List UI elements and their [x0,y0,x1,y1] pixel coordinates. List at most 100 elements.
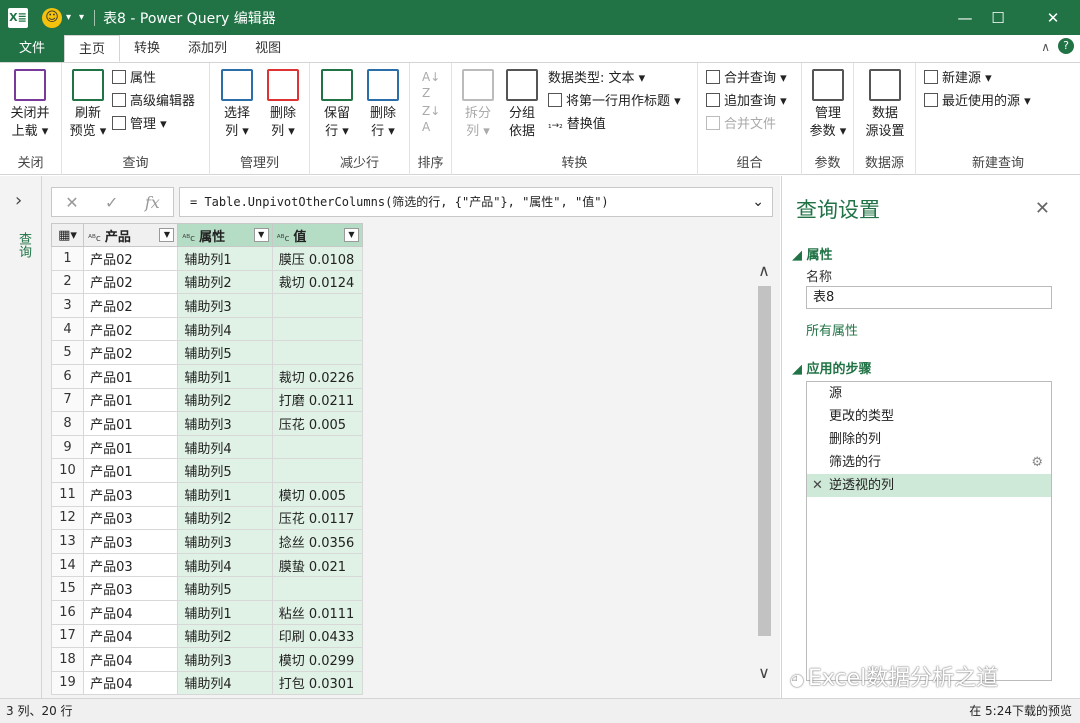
tab-file[interactable]: 文件 [0,35,65,62]
row-number[interactable]: 7 [50,387,85,413]
close-settings-icon[interactable]: ✕ [1035,198,1050,219]
query-name-input[interactable]: 表8 [806,286,1052,309]
cell-product[interactable]: 产品03 [83,481,179,507]
row-number[interactable]: 11 [50,481,85,507]
cell-value[interactable]: 压花 0.0117 [271,505,364,531]
scrollbar-thumb[interactable] [758,286,771,636]
cell-product[interactable]: 产品03 [83,505,179,531]
quick-access-dropdown-icon[interactable]: ▾ [66,12,71,23]
table-row[interactable]: 13 产品03 辅助列3 捻丝 0.0356 [50,529,364,554]
row-number[interactable]: 9 [50,434,85,460]
cell-attribute[interactable]: 辅助列5 [177,340,273,365]
cell-value[interactable] [271,316,364,342]
table-row[interactable]: 10 产品01 辅助列5 [50,458,364,483]
expand-formula-icon[interactable]: ⌄ [752,188,764,216]
cell-product[interactable]: 产品01 [83,387,179,413]
cell-attribute[interactable]: 辅助列3 [177,411,273,436]
row-number[interactable]: 13 [50,529,85,554]
cell-attribute[interactable]: 辅助列4 [177,670,273,696]
sort-descending-icon[interactable]: Z↓ A [422,103,440,135]
cell-product[interactable]: 产品02 [83,340,179,365]
row-number[interactable]: 10 [50,458,85,483]
row-number[interactable]: 1 [50,246,85,271]
row-number[interactable]: 14 [50,552,85,578]
cell-product[interactable]: 产品01 [83,411,179,436]
cell-product[interactable]: 产品01 [83,363,179,389]
cell-product[interactable]: 产品01 [83,458,179,483]
fx-icon[interactable]: fx [145,193,160,212]
cell-attribute[interactable]: 辅助列1 [177,363,273,389]
cell-value[interactable]: 膜压 0.0108 [271,246,364,271]
cell-product[interactable]: 产品02 [83,293,179,318]
data-source-settings-button[interactable]: 数据 源设置 [858,69,912,141]
delete-step-icon[interactable]: ✕ [812,474,823,497]
row-number[interactable]: 17 [50,623,85,649]
cell-value[interactable]: 压花 0.005 [271,411,364,436]
manage-parameters-button[interactable]: 管理 参数 ▾ [806,69,850,141]
cancel-formula-icon[interactable]: ✕ [65,193,78,212]
cell-product[interactable]: 产品01 [83,434,179,460]
cell-value[interactable]: 裁切 0.0124 [271,269,364,295]
cell-product[interactable]: 产品03 [83,529,179,554]
cell-value[interactable]: 打包 0.0301 [271,670,364,696]
keep-rows-button[interactable]: 保留 行 ▾ [316,69,358,141]
cell-value[interactable]: 捻丝 0.0356 [271,529,364,554]
cell-product[interactable]: 产品04 [83,599,179,625]
step-source[interactable]: 源 [807,382,1051,405]
table-row[interactable]: 18 产品04 辅助列3 模切 0.0299 [50,647,364,672]
step-unpivoted-columns[interactable]: ✕ 逆透视的列 [807,474,1051,497]
properties-section-header[interactable]: ◢ 属性 [792,244,833,263]
scroll-down-icon[interactable]: ∨ [755,663,773,682]
table-row[interactable]: 11 产品03 辅助列1 模切 0.005 [50,481,364,507]
step-removed-columns[interactable]: 删除的列 [807,428,1051,451]
cell-attribute[interactable]: 辅助列3 [177,293,273,318]
queries-pane-label[interactable]: 查询 [14,232,33,258]
row-number[interactable]: 3 [50,293,85,318]
split-column-button[interactable]: 拆分 列 ▾ [458,69,498,141]
properties-button[interactable]: 属性 [112,69,156,89]
close-load-button[interactable]: 关闭并 上载 ▾ [6,69,54,141]
all-properties-link[interactable]: 所有属性 [806,320,858,339]
replace-values-button[interactable]: ₁→₂ 替换值 [548,115,606,136]
row-number[interactable]: 6 [50,363,85,389]
filter-dropdown-icon[interactable]: ▼ [159,228,175,242]
cell-value[interactable]: 模切 0.0299 [271,647,364,672]
cell-attribute[interactable]: 辅助列3 [177,529,273,554]
filter-dropdown-icon[interactable]: ▼ [253,228,269,242]
maximize-button[interactable]: ☐ [975,0,1021,35]
cell-product[interactable]: 产品03 [83,576,179,601]
smiley-icon[interactable]: ☺ [42,7,62,28]
table-row[interactable]: 7 产品01 辅助列2 打磨 0.0211 [50,387,364,413]
new-source-button[interactable]: 新建源 ▾ [924,69,992,89]
cell-attribute[interactable]: 辅助列1 [177,481,273,507]
cell-product[interactable]: 产品03 [83,552,179,578]
table-row[interactable]: 6 产品01 辅助列1 裁切 0.0226 [50,363,364,389]
row-number[interactable]: 19 [50,670,85,696]
table-row[interactable]: 12 产品03 辅助列2 压花 0.0117 [50,505,364,531]
text-type-icon[interactable]: ᴬᴮc [88,234,101,244]
formula-bar[interactable]: = Table.UnpivotOtherColumns(筛选的行, {"产品"}… [179,187,773,217]
column-header-value[interactable]: ᴬᴮc 值 ▼ [271,223,364,247]
cell-product[interactable]: 产品02 [83,246,179,271]
tab-add-column[interactable]: 添加列 [174,35,241,62]
table-row[interactable]: 17 产品04 辅助列2 印刷 0.0433 [50,623,364,649]
cell-attribute[interactable]: 辅助列2 [177,269,273,295]
use-first-row-button[interactable]: 将第一行用作标题 ▾ [548,92,681,112]
cell-value[interactable] [271,340,364,365]
manage-button[interactable]: 管理 ▾ [112,115,167,135]
customize-toolbar-icon[interactable]: ▾ [79,12,84,23]
cell-value[interactable]: 模切 0.005 [271,481,364,507]
help-icon[interactable]: ? [1058,38,1074,54]
row-number[interactable]: 4 [50,316,85,342]
cell-attribute[interactable]: 辅助列4 [177,552,273,578]
table-row[interactable]: 5 产品02 辅助列5 [50,340,364,365]
text-type-icon[interactable]: ᴬᴮc [277,234,290,244]
cell-value[interactable]: 打磨 0.0211 [271,387,364,413]
cell-value[interactable]: 印刷 0.0433 [271,623,364,649]
data-type-dropdown[interactable]: 数据类型: 文本 ▾ [548,69,645,89]
cell-value[interactable]: 裁切 0.0226 [271,363,364,389]
append-queries-button[interactable]: 追加查询 ▾ [706,92,787,112]
table-row[interactable]: 4 产品02 辅助列4 [50,316,364,342]
row-number[interactable]: 18 [50,647,85,672]
confirm-formula-icon[interactable]: ✓ [105,193,118,212]
